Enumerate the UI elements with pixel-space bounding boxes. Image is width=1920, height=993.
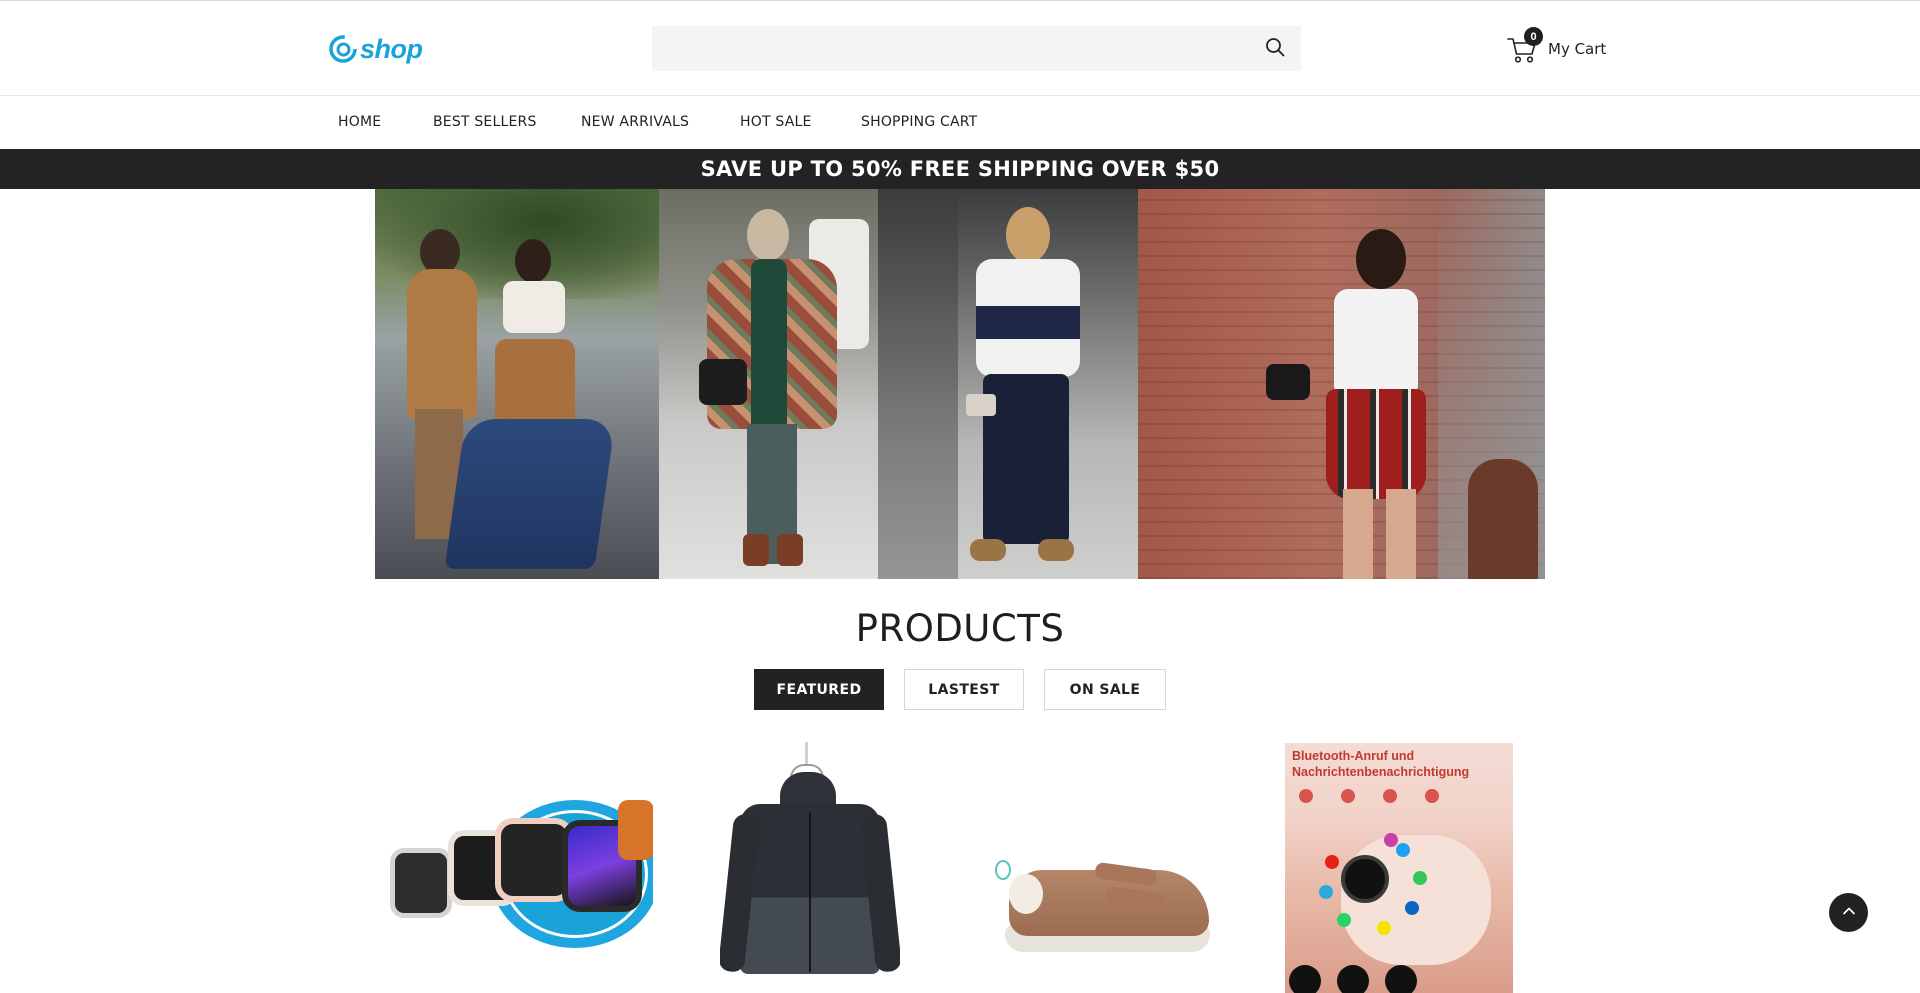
cart-count-badge: 0 — [1524, 27, 1543, 46]
logo-text: shop — [360, 33, 423, 64]
tab-on-sale[interactable]: ON SALE — [1044, 669, 1166, 710]
hero-photo-2[interactable] — [659, 189, 878, 579]
announcement-bar: SAVE UP TO 50% FREE SHIPPING OVER $50 — [0, 149, 1920, 189]
hero-photo-3[interactable] — [878, 189, 1138, 579]
site-logo[interactable]: shop — [328, 33, 423, 65]
products-heading: PRODUCTS — [855, 607, 1065, 650]
nav-shopping-cart[interactable]: SHOPPING CART — [861, 114, 977, 130]
cart-link[interactable]: 0 My Cart — [1506, 27, 1607, 65]
swirl-logo-icon — [328, 34, 358, 64]
shopping-cart-icon — [1506, 38, 1538, 69]
nav-best-sellers[interactable]: BEST SELLERS — [433, 114, 537, 130]
hero-banner — [375, 189, 1545, 579]
hero-photo-1[interactable] — [375, 189, 659, 579]
product-card-smartwatch-promo[interactable]: Bluetooth-Anruf und Nachrichtenbenachric… — [1285, 743, 1513, 993]
tab-lastest[interactable]: LASTEST — [904, 669, 1024, 710]
nav-hot-sale[interactable]: HOT SALE — [740, 114, 812, 130]
search-input[interactable] — [652, 26, 1242, 71]
site-header: shop 0 My Cart — [0, 1, 1920, 96]
chevron-up-icon — [1842, 903, 1856, 922]
promo-text: Bluetooth-Anruf und Nachrichtenbenachric… — [1292, 749, 1470, 779]
product-tabs: FEATURED LASTEST ON SALE — [754, 669, 1166, 710]
search-bar — [652, 26, 1301, 71]
nav-home[interactable]: HOME — [338, 114, 381, 130]
main-nav: HOME BEST SELLERS NEW ARRIVALS HOT SALE … — [0, 97, 1920, 149]
product-card-smartwatches[interactable] — [390, 800, 653, 948]
cart-icon-wrapper: 0 — [1506, 27, 1543, 65]
search-button[interactable] — [1263, 37, 1287, 61]
back-to-top-button[interactable] — [1829, 893, 1868, 932]
hero-photo-4[interactable] — [1138, 189, 1545, 579]
announcement-text: SAVE UP TO 50% FREE SHIPPING OVER $50 — [700, 157, 1220, 181]
product-card-sneaker[interactable] — [995, 852, 1215, 962]
search-icon — [1265, 37, 1285, 61]
cart-label: My Cart — [1548, 40, 1607, 58]
tab-featured[interactable]: FEATURED — [754, 669, 884, 710]
product-card-jacket[interactable] — [720, 742, 900, 982]
nav-new-arrivals[interactable]: NEW ARRIVALS — [581, 114, 689, 130]
